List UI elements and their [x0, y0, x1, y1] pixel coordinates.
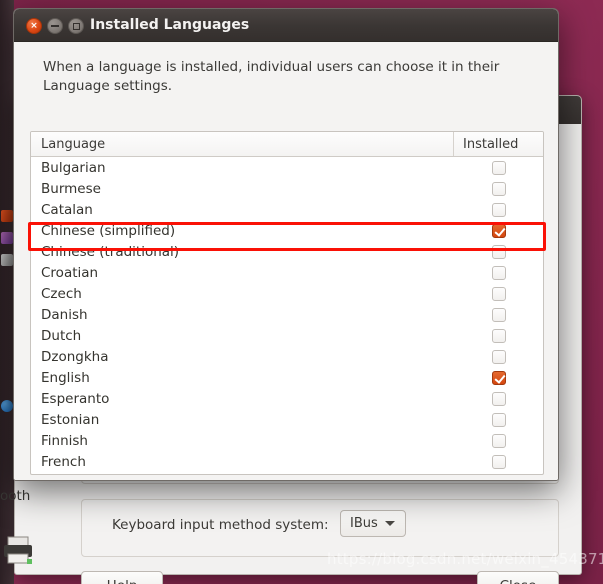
- installed-cell[interactable]: [454, 412, 543, 427]
- table-row[interactable]: Dzongkha: [31, 346, 543, 367]
- installed-cell[interactable]: [454, 181, 543, 196]
- launcher-icon-settings[interactable]: [1, 254, 13, 266]
- table-header: Language Installed: [31, 132, 543, 157]
- chevron-down-icon: [384, 521, 395, 526]
- installed-checkbox[interactable]: [491, 160, 506, 175]
- input-method-section: Keyboard input method system: IBus: [81, 499, 559, 557]
- help-button[interactable]: Help: [81, 571, 163, 584]
- dialog-description: When a language is installed, individual…: [43, 59, 500, 94]
- installed-checkbox[interactable]: [491, 370, 506, 385]
- close-window-button[interactable]: Close: [477, 571, 559, 584]
- installed-cell[interactable]: [454, 286, 543, 301]
- launcher-icon-software[interactable]: [1, 232, 13, 244]
- installed-checkbox[interactable]: [491, 391, 506, 406]
- installed-checkbox[interactable]: [491, 433, 506, 448]
- installed-cell[interactable]: [454, 202, 543, 217]
- table-row[interactable]: French: [31, 451, 543, 472]
- table-row[interactable]: Estonian: [31, 409, 543, 430]
- installed-checkbox[interactable]: [491, 265, 506, 280]
- language-name: Dutch: [41, 327, 82, 344]
- installed-checkbox[interactable]: [491, 454, 506, 469]
- table-row[interactable]: Bulgarian: [31, 157, 543, 178]
- installed-cell[interactable]: [454, 454, 543, 469]
- table-row[interactable]: Finnish: [31, 430, 543, 451]
- installed-cell[interactable]: [454, 265, 543, 280]
- minimize-glyph: [51, 25, 59, 27]
- launcher-icon-bluetooth[interactable]: [1, 400, 13, 412]
- input-method-label: Keyboard input method system:: [112, 517, 329, 533]
- close-glyph: ×: [30, 20, 38, 31]
- language-name: Catalan: [41, 201, 93, 218]
- close-icon[interactable]: ×: [26, 18, 42, 34]
- installed-checkbox[interactable]: [491, 286, 506, 301]
- installed-checkbox[interactable]: [491, 328, 506, 343]
- installed-languages-dialog[interactable]: × Installed Languages When a language is…: [13, 8, 559, 481]
- desktop-screen: ······ ······ ······ ······ ······ ·····…: [0, 0, 603, 584]
- installed-checkbox[interactable]: [491, 412, 506, 427]
- table-row[interactable]: Danish: [31, 304, 543, 325]
- bluetooth-desktop-label: ooth: [0, 488, 31, 504]
- installed-checkbox[interactable]: [491, 349, 506, 364]
- table-row[interactable]: Czech: [31, 283, 543, 304]
- installed-cell[interactable]: [454, 391, 543, 406]
- maximize-icon[interactable]: [68, 18, 84, 34]
- table-row[interactable]: Burmese: [31, 178, 543, 199]
- installed-cell[interactable]: [454, 244, 543, 259]
- language-name: English: [41, 369, 90, 386]
- language-name: Esperanto: [41, 390, 110, 407]
- table-row[interactable]: Chinese (traditional): [31, 241, 543, 262]
- table-row[interactable]: Catalan: [31, 199, 543, 220]
- maximize-glyph: [72, 22, 80, 30]
- installed-checkbox[interactable]: [491, 307, 506, 322]
- language-name: Estonian: [41, 411, 100, 428]
- installed-cell[interactable]: [454, 223, 543, 238]
- installed-cell[interactable]: [454, 433, 543, 448]
- installed-checkbox[interactable]: [491, 202, 506, 217]
- input-method-value: IBus: [350, 516, 378, 531]
- installed-cell[interactable]: [454, 307, 543, 322]
- input-method-dropdown[interactable]: IBus: [340, 510, 406, 537]
- dialog-title: Installed Languages: [90, 17, 250, 33]
- table-row[interactable]: English: [31, 367, 543, 388]
- watermark-text: https://blog.csdn.net/weixin_45437140: [327, 550, 603, 568]
- installed-cell[interactable]: [454, 370, 543, 385]
- language-name: Dzongkha: [41, 348, 109, 365]
- installed-cell[interactable]: [454, 349, 543, 364]
- language-name: Burmese: [41, 180, 101, 197]
- table-rows: Bulgarian Burmese Catalan Chinese (simplifi…: [31, 157, 543, 472]
- language-table[interactable]: Language Installed Bulgarian Burmese Catal…: [30, 131, 544, 475]
- installed-checkbox[interactable]: [491, 244, 506, 259]
- dialog-body: When a language is installed, individual…: [14, 42, 558, 480]
- table-row[interactable]: Dutch: [31, 325, 543, 346]
- language-name: Chinese (simplified): [41, 222, 176, 239]
- installed-checkbox[interactable]: [491, 223, 506, 238]
- language-name: Finnish: [41, 432, 88, 449]
- language-name: Bulgarian: [41, 159, 106, 176]
- dialog-titlebar[interactable]: × Installed Languages: [14, 9, 558, 42]
- printer-icon[interactable]: [2, 535, 36, 565]
- column-header-installed[interactable]: Installed: [454, 132, 543, 156]
- language-name: Croatian: [41, 264, 99, 281]
- minimize-icon[interactable]: [47, 18, 63, 34]
- launcher-icon-files[interactable]: [1, 210, 13, 222]
- language-name: Chinese (traditional): [41, 243, 180, 260]
- table-row[interactable]: Croatian: [31, 262, 543, 283]
- language-name: Danish: [41, 306, 88, 323]
- language-name: French: [41, 453, 86, 470]
- table-row[interactable]: Esperanto: [31, 388, 543, 409]
- installed-cell[interactable]: [454, 160, 543, 175]
- table-row[interactable]: Chinese (simplified): [31, 220, 543, 241]
- language-name: Czech: [41, 285, 82, 302]
- column-header-language[interactable]: Language: [31, 132, 454, 156]
- installed-cell[interactable]: [454, 328, 543, 343]
- installed-checkbox[interactable]: [491, 181, 506, 196]
